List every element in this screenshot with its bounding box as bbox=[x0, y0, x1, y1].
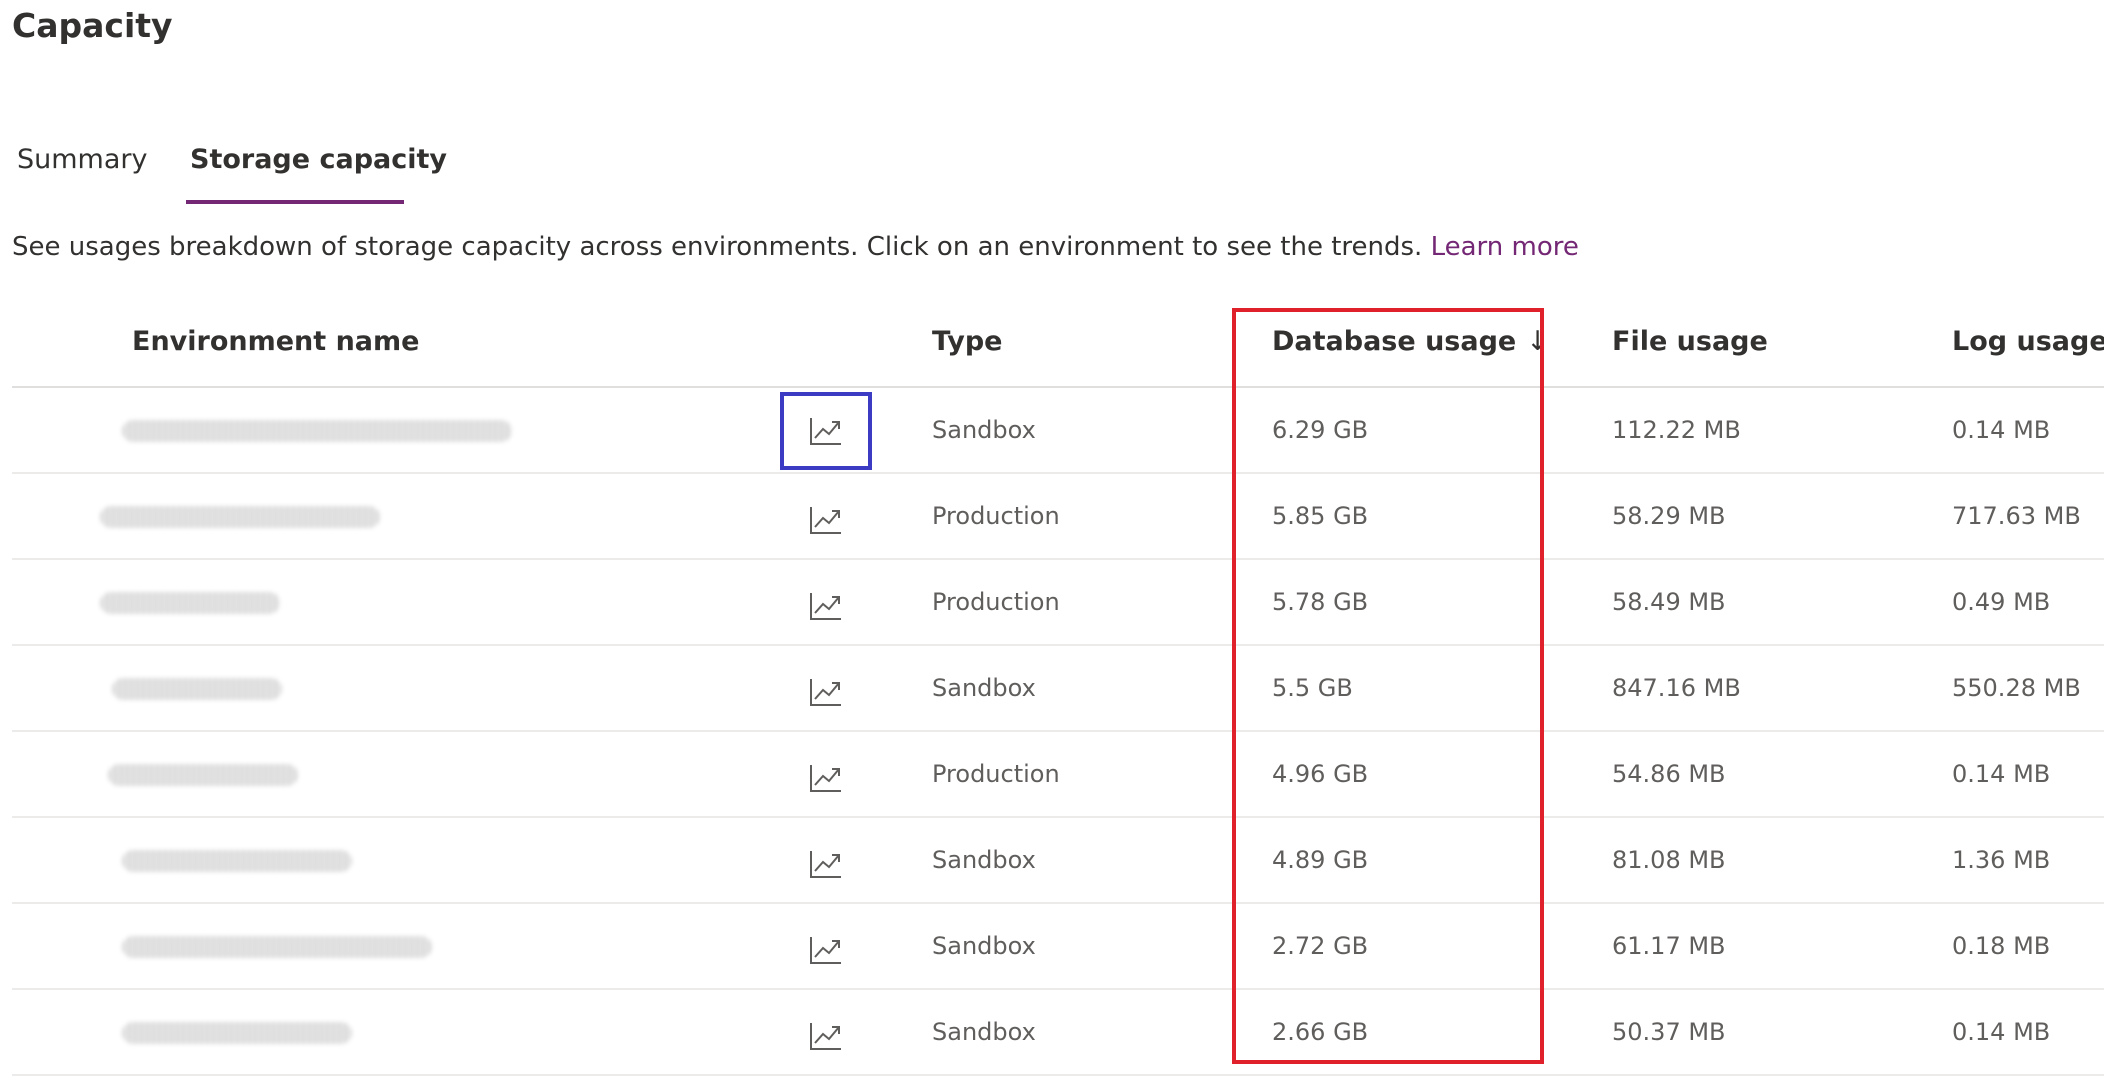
cell-log-usage: 550.28 MB bbox=[1952, 674, 2081, 702]
trend-chart-icon[interactable] bbox=[784, 1000, 868, 1072]
environment-name-redacted[interactable] bbox=[122, 1022, 352, 1044]
cell-database-usage: 2.72 GB bbox=[1272, 932, 1369, 960]
environment-name-redacted[interactable] bbox=[112, 678, 282, 700]
cell-type: Sandbox bbox=[932, 416, 1036, 444]
table-row[interactable]: Production 4.96 GB 54.86 MB 0.14 MB bbox=[12, 732, 2104, 818]
environment-name-redacted[interactable] bbox=[100, 592, 280, 614]
trend-chart-icon[interactable] bbox=[784, 914, 868, 986]
cell-database-usage: 4.89 GB bbox=[1272, 846, 1369, 874]
page-title: Capacity bbox=[12, 6, 173, 45]
description-text: See usages breakdown of storage capacity… bbox=[12, 232, 1431, 262]
trend-chart-icon[interactable] bbox=[784, 570, 868, 642]
trend-chart-icon[interactable] bbox=[780, 392, 872, 470]
cell-log-usage: 1.36 MB bbox=[1952, 846, 2051, 874]
cell-type: Production bbox=[932, 588, 1060, 616]
cell-file-usage: 54.86 MB bbox=[1612, 760, 1726, 788]
sort-descending-icon: ↓ bbox=[1526, 326, 1549, 357]
table-row[interactable]: Sandbox 2.66 GB 50.37 MB 0.14 MB bbox=[12, 990, 2104, 1076]
cell-database-usage: 6.29 GB bbox=[1272, 416, 1369, 444]
environment-name-redacted[interactable] bbox=[100, 506, 380, 528]
cell-type: Sandbox bbox=[932, 674, 1036, 702]
table-row[interactable]: Production 5.85 GB 58.29 MB 717.63 MB bbox=[12, 474, 2104, 560]
cell-file-usage: 58.29 MB bbox=[1612, 502, 1726, 530]
table-row[interactable]: Sandbox 6.29 GB 112.22 MB 0.14 MB bbox=[12, 388, 2104, 474]
column-header-database-label: Database usage bbox=[1272, 326, 1517, 357]
cell-database-usage: 2.66 GB bbox=[1272, 1018, 1369, 1046]
environment-name-redacted[interactable] bbox=[122, 936, 432, 958]
environment-name-redacted[interactable] bbox=[122, 850, 352, 872]
table-header: Environment name Type Database usage ↓ Fi… bbox=[12, 306, 2104, 388]
cell-type: Production bbox=[932, 760, 1060, 788]
column-header-type[interactable]: Type bbox=[932, 326, 1002, 357]
table-body: Sandbox 6.29 GB 112.22 MB 0.14 MB Production… bbox=[12, 388, 2104, 1076]
cell-type: Sandbox bbox=[932, 1018, 1036, 1046]
tab-storage-capacity[interactable]: Storage capacity bbox=[190, 138, 447, 202]
trend-chart-icon[interactable] bbox=[784, 828, 868, 900]
cell-log-usage: 0.14 MB bbox=[1952, 416, 2051, 444]
active-tab-indicator bbox=[186, 200, 404, 204]
cell-file-usage: 50.37 MB bbox=[1612, 1018, 1726, 1046]
cell-file-usage: 61.17 MB bbox=[1612, 932, 1726, 960]
table-row[interactable]: Production 5.78 GB 58.49 MB 0.49 MB bbox=[12, 560, 2104, 646]
cell-database-usage: 4.96 GB bbox=[1272, 760, 1369, 788]
cell-file-usage: 112.22 MB bbox=[1612, 416, 1741, 444]
environments-table: Environment name Type Database usage ↓ Fi… bbox=[12, 306, 2104, 1076]
trend-chart-icon[interactable] bbox=[784, 484, 868, 556]
cell-log-usage: 717.63 MB bbox=[1952, 502, 2081, 530]
table-row[interactable]: Sandbox 2.72 GB 61.17 MB 0.18 MB bbox=[12, 904, 2104, 990]
cell-database-usage: 5.78 GB bbox=[1272, 588, 1369, 616]
cell-type: Sandbox bbox=[932, 932, 1036, 960]
table-row[interactable]: Sandbox 4.89 GB 81.08 MB 1.36 MB bbox=[12, 818, 2104, 904]
environment-name-redacted[interactable] bbox=[122, 420, 512, 442]
cell-file-usage: 58.49 MB bbox=[1612, 588, 1726, 616]
learn-more-link[interactable]: Learn more bbox=[1431, 232, 1579, 262]
cell-log-usage: 0.14 MB bbox=[1952, 1018, 2051, 1046]
column-header-environment-name[interactable]: Environment name bbox=[132, 326, 419, 357]
cell-log-usage: 0.18 MB bbox=[1952, 932, 2051, 960]
cell-file-usage: 81.08 MB bbox=[1612, 846, 1726, 874]
table-row[interactable]: Sandbox 5.5 GB 847.16 MB 550.28 MB bbox=[12, 646, 2104, 732]
column-header-database-usage[interactable]: Database usage ↓ bbox=[1272, 326, 1549, 357]
tab-bar: Summary Storage capacity bbox=[0, 138, 600, 204]
tab-summary[interactable]: Summary bbox=[17, 138, 147, 202]
cell-database-usage: 5.85 GB bbox=[1272, 502, 1369, 530]
cell-log-usage: 0.14 MB bbox=[1952, 760, 2051, 788]
cell-log-usage: 0.49 MB bbox=[1952, 588, 2051, 616]
column-header-log-usage[interactable]: Log usage bbox=[1952, 326, 2104, 357]
column-header-file-usage[interactable]: File usage bbox=[1612, 326, 1768, 357]
cell-type: Production bbox=[932, 502, 1060, 530]
cell-type: Sandbox bbox=[932, 846, 1036, 874]
page-description: See usages breakdown of storage capacity… bbox=[12, 232, 1579, 262]
trend-chart-icon[interactable] bbox=[784, 742, 868, 814]
trend-chart-icon[interactable] bbox=[784, 656, 868, 728]
cell-file-usage: 847.16 MB bbox=[1612, 674, 1741, 702]
environment-name-redacted[interactable] bbox=[108, 764, 298, 786]
cell-database-usage: 5.5 GB bbox=[1272, 674, 1353, 702]
